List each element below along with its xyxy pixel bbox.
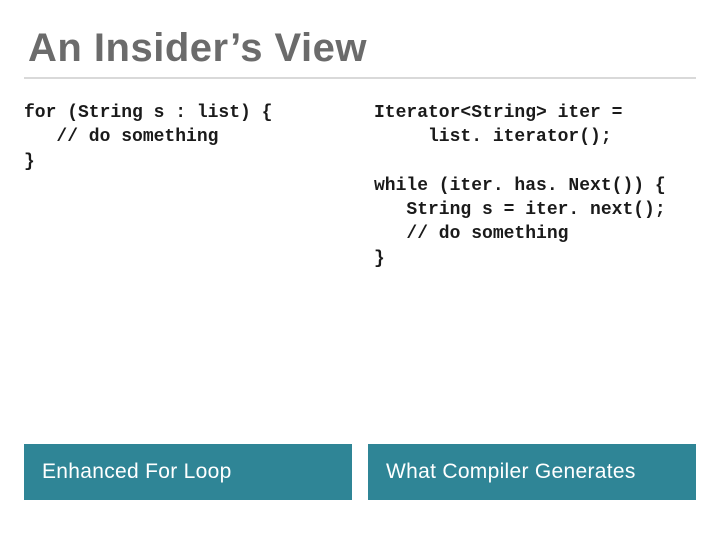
title-rule xyxy=(24,77,696,79)
code-columns: for (String s : list) { // do something … xyxy=(24,101,696,271)
left-label-text: Enhanced For Loop xyxy=(42,460,232,483)
left-label-box: Enhanced For Loop xyxy=(24,444,352,500)
left-column: for (String s : list) { // do something … xyxy=(24,101,346,271)
label-row: Enhanced For Loop What Compiler Generate… xyxy=(24,444,696,500)
slide: An Insider’s View for (String s : list) … xyxy=(0,0,720,540)
enhanced-for-code: for (String s : list) { // do something … xyxy=(24,101,346,174)
right-column: Iterator<String> iter = list. iterator()… xyxy=(374,101,696,271)
right-label-text: What Compiler Generates xyxy=(386,460,636,483)
slide-title: An Insider’s View xyxy=(28,26,696,71)
right-label-box: What Compiler Generates xyxy=(368,444,696,500)
compiler-generated-code: Iterator<String> iter = list. iterator()… xyxy=(374,101,696,271)
